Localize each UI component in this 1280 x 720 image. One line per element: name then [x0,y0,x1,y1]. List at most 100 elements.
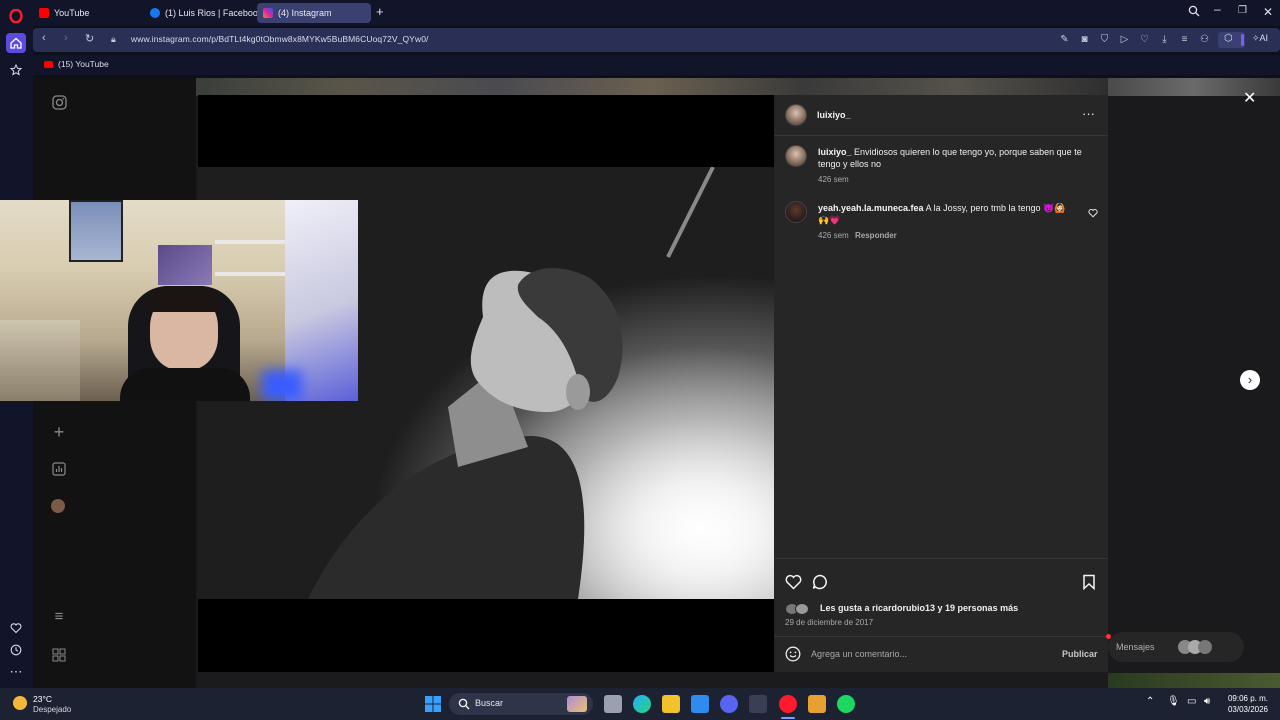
wall-shelf [215,272,285,276]
weather-temp[interactable]: 23°C [33,694,52,704]
camera-icon[interactable]: ◙ [1078,33,1091,46]
apps-grid-icon[interactable] [51,648,67,664]
reload-icon[interactable]: ↻ [85,32,94,45]
network-icon[interactable]: ▭ [1187,696,1196,707]
comment-bubble-icon[interactable] [812,574,828,595]
discord-icon[interactable] [720,695,738,713]
more-horizontal-icon[interactable]: ··· [1082,106,1095,121]
close-window-icon[interactable]: ✕ [1263,5,1273,19]
comment-like-icon[interactable] [1088,205,1098,223]
tab-label: YouTube [54,8,90,18]
streamer-shirt [120,368,250,401]
restore-icon[interactable]: ❐ [1238,5,1247,16]
microphone-icon[interactable]: 🎙︎ [1167,696,1180,707]
heart-outline-icon[interactable]: ♡ [1138,33,1151,46]
comment-text: A la Jossy, pero tmb la tengo 😈🙆🏻 [925,203,1066,213]
next-post-chevron-icon[interactable]: › [1240,370,1260,390]
instagram-logo-icon[interactable] [51,95,67,111]
search-tabs-icon[interactable] [1188,5,1200,20]
obs-app-icon[interactable] [749,695,767,713]
taskbar-search[interactable]: Buscar [449,693,593,715]
task-view-icon[interactable] [604,695,622,713]
microsoft-store-icon[interactable] [691,695,709,713]
search-highlight-icon [567,696,587,712]
moon-weather-icon[interactable] [13,696,27,710]
messages-avatar [1198,640,1212,654]
url-field[interactable]: www.instagram.com/p/BdTLt4kg0tObmw8x8MYK… [131,34,428,44]
bookmark-label: (15) YouTube [58,59,109,69]
author-avatar[interactable] [785,104,807,126]
bed [0,320,80,401]
search-icon [458,697,470,715]
profile-avatar-icon[interactable] [51,499,67,515]
messages-pill[interactable]: Mensajes [1108,632,1244,662]
home-icon[interactable] [6,33,26,53]
reply-button[interactable]: Responder [855,231,897,240]
instagram-favicon-icon [263,8,273,18]
volume-icon[interactable]: 🔊︎ [1204,696,1210,707]
search-label: Buscar [475,698,504,708]
ai-button[interactable]: ✧AI [1252,33,1268,44]
wall-poster [69,200,123,262]
comment: yeah.yeah.la.muneca.fea A la Jossy, pero… [818,202,1073,226]
more-icon[interactable]: ⋯ [6,662,26,682]
tab-instagram[interactable]: (4) Instagram [257,3,371,23]
edit-icon[interactable]: ✎ [1058,33,1071,46]
profile-icon[interactable]: ⚇ [1198,33,1211,46]
tab-facebook[interactable]: (1) Luis Rios | Facebook [144,3,268,23]
caption-avatar[interactable] [785,145,807,167]
post-author[interactable]: luixiyo_ [817,110,851,120]
like-heart-icon[interactable] [785,574,802,595]
create-plus-icon[interactable]: + [51,423,67,441]
comment-avatar[interactable] [785,201,807,223]
caption-text: Envidiosos quieren lo que tengo yo, porq… [818,147,1082,169]
insights-icon[interactable] [51,462,67,478]
star-icon[interactable] [6,60,26,80]
notification-dot [1106,634,1111,639]
bookmark-youtube[interactable]: (15) YouTube [44,59,109,69]
lock-icon: 🔒︎ [111,34,116,44]
windows-taskbar: 23°C Despejado Buscar ⌃ 🎙︎ ▭ 🔊︎ 09:06 p.… [0,688,1280,720]
download-icon[interactable]: ⤓ [1158,33,1171,46]
divider [774,636,1108,637]
clock-date[interactable]: 03/03/2026 [1226,705,1268,714]
caption: luixiyo_ Envidiosos quieren lo que tengo… [818,146,1093,170]
new-tab-plus-icon[interactable]: + [376,4,384,19]
comment-user[interactable]: yeah.yeah.la.muneca.fea [818,203,924,213]
play-icon[interactable]: ▷ [1118,33,1131,46]
tray-chevron-icon[interactable]: ⌃ [1146,696,1154,707]
likes-text[interactable]: Les gusta a ricardorubio13 y 19 personas… [820,603,1018,613]
heart-icon[interactable] [6,618,26,638]
windows-start-icon[interactable] [425,696,441,717]
close-modal-icon[interactable]: ✕ [1243,88,1256,108]
messages-label: Mensajes [1116,642,1155,652]
publish-button[interactable]: Publicar [1062,649,1098,659]
comment-text-line2: 🙌💗 [818,215,841,225]
emoji-icon[interactable] [785,646,801,667]
post-side-panel: luixiyo_ ··· luixiyo_ Envidiosos quieren… [774,95,1108,672]
address-bar: ‹ › ↻ 🔒︎ www.instagram.com/p/BdTLt4kg0tO… [33,28,1280,52]
divider [774,558,1108,559]
hamburger-menu-icon[interactable]: ≡ [51,609,67,625]
opera-taskbar-icon[interactable] [779,695,797,713]
file-explorer-icon[interactable] [662,695,680,713]
back-icon[interactable]: ‹ [42,32,46,44]
shield-icon[interactable]: ⛉ [1098,33,1111,46]
minimize-icon[interactable]: – [1214,2,1221,16]
forward-icon[interactable]: › [64,32,68,44]
save-bookmark-icon[interactable] [1082,574,1096,595]
edge-icon[interactable] [633,695,651,713]
streamer-hair [146,286,222,312]
wall-poster [158,245,212,285]
tab-youtube[interactable]: YouTube [33,3,95,23]
spotify-icon[interactable] [837,695,855,713]
opera-logo-icon[interactable] [6,6,26,26]
comment-input[interactable]: Agrega un comentario... [811,649,907,659]
weather-desc: Despejado [33,705,72,714]
extensions-cube-icon[interactable]: ⬡ [1218,32,1245,48]
app-icon[interactable] [808,695,826,713]
clock-time[interactable]: 09:06 p. m. [1226,694,1268,703]
caption-user[interactable]: luixiyo_ [818,147,852,157]
menu-icon[interactable]: ≡ [1178,33,1191,46]
history-icon[interactable] [6,640,26,660]
